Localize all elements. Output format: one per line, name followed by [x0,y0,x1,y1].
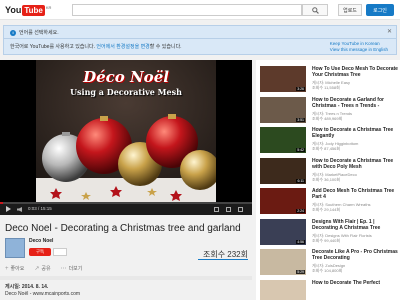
related-video-views: 조회수 87,456회 [312,146,341,151]
player-controls: 0:03 / 15:15 [0,202,252,215]
plus-icon: + [5,265,9,272]
related-video-item[interactable]: How to Decorate The Perfect [260,279,400,300]
video-description: Deco Noël - www.mcainports.com [5,291,81,297]
related-video-thumbnail[interactable] [260,279,306,300]
masthead: You Tube KR 업로드 로그인 [0,0,400,20]
related-video-thumbnail[interactable]: 3:51 [260,96,306,123]
english-link[interactable]: View this message in English [330,47,388,53]
upload-button[interactable]: 업로드 [338,4,362,16]
related-video-thumbnail[interactable]: 5:29 [260,249,306,275]
duration-badge: 2:24 [296,209,305,213]
related-video-thumbnail[interactable]: 2:24 [260,188,306,214]
related-video-title[interactable]: How To Use Deco Mesh To Decorate Your Ch… [312,66,398,78]
info-icon: i [10,29,16,36]
fullscreen-icon[interactable] [238,207,243,212]
related-video-title[interactable]: How to Decorate The Perfect [312,280,398,286]
related-video-title[interactable]: Decorate Like A Pro - Pro Christmas Tree… [312,249,398,261]
share-button[interactable]: ↗ 공유 [34,265,50,272]
duration-badge: 6:11 [296,178,305,183]
duration-badge: 5:29 [296,270,305,274]
search-icon [311,6,319,14]
related-video-thumbnail[interactable]: 5:42 [260,127,306,153]
subscriber-count [53,248,67,256]
play-icon[interactable] [6,206,11,212]
logo-you-text: You [5,5,22,15]
channel-name[interactable]: Deco Noel [29,238,53,244]
video-frame[interactable]: Déco Noël Using a Decorative Mesh [36,60,216,204]
close-icon[interactable]: ✕ [387,28,392,35]
related-video-item[interactable]: 5:42 How to Decorate a Christmas Tree Ele… [260,127,400,155]
related-video-title[interactable]: Add Deco Mesh To Christmas Tree Part 4 [312,188,398,200]
publish-date: 게시일: 2014. 8. 14. [5,284,49,290]
related-video-views: 조회수 104,800회 [312,268,343,273]
related-videos: 3:26 How To Use Deco Mesh To Decorate You… [256,60,400,300]
settings-icon[interactable] [214,207,219,212]
notice-text-suffix: 할 수 있습니다. [149,44,182,50]
youtube-logo[interactable]: You Tube KR [5,4,51,16]
theater-icon[interactable] [226,207,231,212]
time-display: 0:03 / 15:15 [28,206,52,211]
video-player[interactable]: Déco Noël Using a Decorative Mesh 0:03 /… [0,60,252,215]
login-button[interactable]: 로그인 [366,4,394,16]
more-label: 더보기 [68,266,83,272]
notice-divider [4,38,396,39]
video-overlay-subtitle: Using a Decorative Mesh [70,87,182,97]
related-video-views: 조회수 36,100회 [312,176,341,182]
related-video-views: 조회수 489,969회 [312,115,343,121]
search-button[interactable] [302,4,328,16]
description-divider [0,276,252,280]
likes-bar [198,259,248,260]
related-video-item[interactable]: 2:24 Add Deco Mesh To Christmas Tree Part… [260,188,400,216]
logo-tube-text: Tube [22,4,45,16]
progress-bar[interactable] [0,202,252,204]
notice-heading-text: 언어를 선택하세요. [19,30,59,36]
language-notice: i 언어를 선택하세요. ✕ 한국어로 YouTube를 사용하고 있습니다. … [3,25,397,55]
related-video-thumbnail[interactable]: 3:26 [260,66,306,92]
related-video-thumbnail[interactable]: 4:56 [260,218,306,245]
duration-badge: 3:26 [296,87,305,91]
logo-region-text: KR [45,5,52,10]
related-video-item[interactable]: 3:26 How To Use Deco Mesh To Decorate You… [260,66,400,94]
related-video-thumbnail[interactable]: 6:11 [260,157,306,184]
video-overlay-title: Déco Noël [83,68,169,86]
related-video-title[interactable]: How to Decorate a Christmas Tree Elegant… [312,127,398,139]
related-video-views: 조회수 11,558회 [312,85,340,90]
page: You Tube KR 업로드 로그인 i 언어를 선택하세요. ✕ 한국어로 … [0,0,400,300]
share-label: 공유 [41,266,51,272]
subscribe-button[interactable]: 구독 [29,248,51,256]
notice-text: 한국어로 YouTube를 사용하고 있습니다. 언어에서 환경설정을 변경할 … [10,43,182,50]
like-button[interactable]: + 좋아요 [5,265,25,273]
duration-badge: 3:51 [296,117,305,122]
notice-language-options: Keep YouTube in Korean View this message… [330,41,388,53]
progress-fill [0,202,3,204]
notice-heading: i 언어를 선택하세요. [10,29,59,36]
duration-badge: 4:56 [296,239,305,244]
search-input[interactable] [72,4,302,16]
volume-icon[interactable] [17,207,22,212]
related-video-item[interactable]: 5:29 Decorate Like A Pro - Pro Christmas … [260,249,400,277]
more-button[interactable]: ⋯ 더보기 [61,265,83,272]
related-video-title[interactable]: How to Decorate a Garland for Christmas … [312,97,398,109]
related-video-title[interactable]: Designs With Flair | Ep. 1 | Decorating … [312,219,398,231]
channel-avatar[interactable] [5,238,25,258]
share-icon: ↗ [34,266,40,272]
related-video-item[interactable]: 3:51 How to Decorate a Garland for Christ… [260,96,400,125]
change-language-link[interactable]: 언어에서 환경설정을 변경 [96,44,149,50]
more-icon: ⋯ [60,266,67,272]
like-label: 좋아요 [10,266,25,272]
related-video-views: 조회수 29,144회 [312,207,341,212]
related-video-title[interactable]: How to Decorate a Christmas Tree with De… [312,158,398,170]
duration-badge: 5:42 [296,148,305,152]
notice-text-prefix: 한국어로 YouTube를 사용하고 있습니다. [10,44,97,50]
action-bar: + 좋아요 ↗ 공유 ⋯ 더보기 [5,265,83,273]
video-title: Deco Noel - Decorating a Christmas tree … [5,223,241,234]
related-video-item[interactable]: 6:11 How to Decorate a Christmas Tree wit… [260,157,400,186]
related-video-item[interactable]: 4:56 Designs With Flair | Ep. 1 | Decorat… [260,218,400,247]
related-video-views: 조회수 99,440회 [312,237,341,243]
